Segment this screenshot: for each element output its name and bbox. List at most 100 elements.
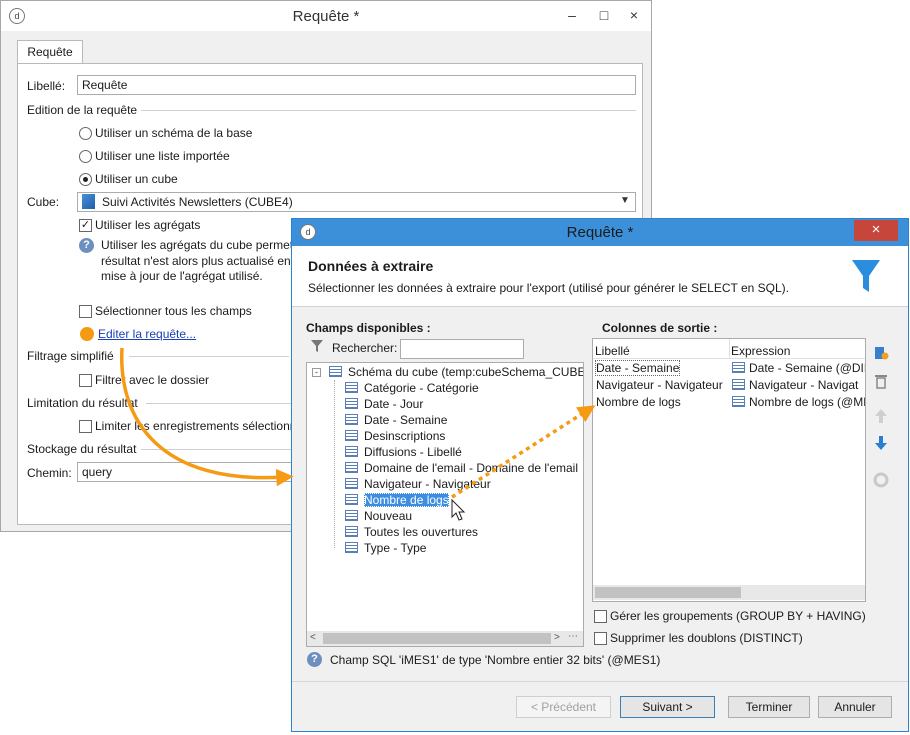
output-expression-text: Nombre de logs (@ME bbox=[749, 395, 866, 409]
move-up-icon[interactable] bbox=[874, 408, 888, 424]
field-icon bbox=[345, 526, 358, 537]
field-icon bbox=[345, 462, 358, 473]
tree-item-label: Toutes les ouvertures bbox=[364, 525, 479, 539]
path-label: Chemin: bbox=[27, 466, 72, 480]
delete-icon[interactable] bbox=[874, 373, 888, 389]
radio-schema-label: Utiliser un schéma de la base bbox=[95, 126, 253, 140]
tree-root[interactable]: Schéma du cube (temp:cubeSchema_CUBE4) bbox=[329, 364, 584, 380]
separator bbox=[146, 403, 291, 404]
field-icon bbox=[732, 379, 745, 390]
previous-label: < Précédent bbox=[530, 700, 597, 714]
scrollbar-thumb[interactable] bbox=[595, 587, 741, 598]
tree-item[interactable]: Date - Semaine bbox=[345, 412, 447, 428]
tree-item[interactable]: Date - Jour bbox=[345, 396, 423, 412]
chevron-down-icon[interactable]: ▼ bbox=[620, 195, 630, 206]
tree-item[interactable]: Navigateur - Navigateur bbox=[345, 476, 491, 492]
close-button[interactable]: × bbox=[619, 5, 649, 25]
horizontal-scrollbar[interactable] bbox=[593, 585, 865, 600]
cube-select[interactable]: Suivi Activités Newsletters (CUBE4) bbox=[77, 192, 636, 212]
col-label-header[interactable]: Libellé bbox=[595, 344, 630, 358]
fields-tree: - Schéma du cube (temp:cubeSchema_CUBE4)… bbox=[306, 362, 584, 647]
aggregates-checkbox[interactable]: ✓ bbox=[79, 219, 92, 232]
orange-dot-marker bbox=[80, 327, 94, 341]
output-columns-table: Libellé Expression Date - Semaine Date - … bbox=[592, 338, 866, 602]
radio-cube-label: Utiliser un cube bbox=[95, 172, 178, 186]
maximize-button[interactable]: □ bbox=[589, 5, 619, 25]
tab-requete[interactable]: Requête bbox=[17, 40, 83, 64]
previous-button[interactable]: < Précédent bbox=[516, 696, 611, 718]
tree-item-label: Date - Jour bbox=[364, 397, 424, 411]
distinct-checkbox[interactable] bbox=[594, 632, 607, 645]
radio-schema[interactable] bbox=[79, 127, 92, 140]
table-row[interactable]: Nombre de logs Nombre de logs (@ME bbox=[593, 394, 865, 410]
filter-icon bbox=[311, 340, 323, 352]
scrollbar-thumb[interactable] bbox=[323, 633, 551, 644]
cube-icon bbox=[82, 194, 95, 209]
distinct-label: Supprimer les doublons (DISTINCT) bbox=[610, 631, 803, 645]
field-icon bbox=[345, 446, 358, 457]
storage-section-header: Stockage du résultat bbox=[27, 442, 137, 456]
libelle-input[interactable]: Requête bbox=[77, 75, 636, 95]
filter-folder-checkbox[interactable] bbox=[79, 374, 92, 387]
output-expression-text: Date - Semaine (@DIM bbox=[749, 361, 866, 375]
schema-icon bbox=[329, 366, 342, 377]
funnel-icon bbox=[852, 260, 880, 292]
tree-item-label: Diffusions - Libellé bbox=[364, 445, 462, 459]
output-expression-cell: Nombre de logs (@ME bbox=[732, 395, 866, 409]
output-expression-text: Navigateur - Navigat bbox=[749, 378, 859, 392]
sort-icon[interactable] bbox=[873, 472, 889, 488]
finish-button[interactable]: Terminer bbox=[728, 696, 810, 718]
scroll-left-icon[interactable]: < bbox=[310, 632, 316, 643]
field-icon bbox=[345, 494, 358, 505]
group-by-checkbox[interactable] bbox=[594, 610, 607, 623]
field-icon bbox=[345, 478, 358, 489]
select-all-checkbox[interactable] bbox=[79, 305, 92, 318]
separator bbox=[141, 449, 291, 450]
close-button[interactable]: × bbox=[854, 220, 898, 241]
tree-item[interactable]: Nouveau bbox=[345, 508, 412, 524]
field-icon bbox=[345, 510, 358, 521]
search-input[interactable] bbox=[400, 339, 524, 359]
tree-item-label: Domaine de l'email - Domaine de l'email bbox=[364, 461, 579, 475]
dialog-heading: Données à extraire bbox=[308, 258, 434, 274]
radio-list[interactable] bbox=[79, 150, 92, 163]
filter-section-header: Filtrage simplifié bbox=[27, 349, 114, 363]
window-title: Requête * bbox=[566, 224, 634, 241]
field-icon bbox=[345, 414, 358, 425]
cube-value: Suivi Activités Newsletters (CUBE4) bbox=[102, 195, 293, 209]
radio-cube[interactable] bbox=[79, 173, 92, 186]
help-text-line-1: Utiliser les agrégats du cube permet bbox=[101, 238, 294, 252]
tree-item[interactable]: Diffusions - Libellé bbox=[345, 444, 462, 460]
tree-item[interactable]: Domaine de l'email - Domaine de l'email bbox=[345, 460, 578, 476]
col-expression-header[interactable]: Expression bbox=[731, 344, 790, 358]
output-label-cell: Date - Semaine bbox=[594, 360, 681, 376]
edit-query-link[interactable]: Editer la requête... bbox=[98, 327, 196, 341]
path-input[interactable]: query bbox=[77, 462, 292, 482]
tree-item[interactable]: Desinscriptions bbox=[345, 428, 445, 444]
scroll-right-icon[interactable]: > bbox=[554, 632, 560, 643]
limit-checkbox[interactable] bbox=[79, 420, 92, 433]
next-button[interactable]: Suivant > bbox=[620, 696, 715, 718]
tree-item-label: Nouveau bbox=[364, 509, 413, 523]
tree-item-label: Nombre de logs bbox=[364, 493, 449, 507]
cube-label: Cube: bbox=[27, 195, 60, 209]
tree-root-label: Schéma du cube (temp:cubeSchema_CUBE4) bbox=[348, 365, 584, 379]
tree-item[interactable]: Catégorie - Catégorie bbox=[345, 380, 479, 396]
cancel-button[interactable]: Annuler bbox=[818, 696, 892, 718]
title-bar: d Requête * × bbox=[292, 219, 908, 246]
select-all-label: Sélectionner tous les champs bbox=[95, 304, 252, 318]
table-row[interactable]: Date - Semaine Date - Semaine (@DIM bbox=[593, 360, 865, 376]
tree-item[interactable]: Toutes les ouvertures bbox=[345, 524, 478, 540]
move-down-icon[interactable] bbox=[874, 435, 888, 451]
tree-item[interactable]: Type - Type bbox=[345, 540, 426, 556]
table-row[interactable]: Navigateur - Navigateur Navigateur - Navi… bbox=[593, 377, 865, 393]
horizontal-scrollbar[interactable]: < > ⋯ bbox=[307, 631, 583, 646]
filter-folder-label: Filtrer avec le dossier bbox=[95, 373, 210, 387]
tree-item[interactable]: Nombre de logs bbox=[345, 492, 449, 508]
column-divider bbox=[729, 339, 730, 358]
add-column-icon[interactable] bbox=[873, 345, 889, 361]
more-icon[interactable]: ⋯ bbox=[568, 631, 578, 642]
minimize-button[interactable]: – bbox=[555, 5, 589, 25]
collapse-toggle-icon[interactable]: - bbox=[312, 368, 321, 377]
edition-section-header: Edition de la requête bbox=[27, 103, 138, 117]
